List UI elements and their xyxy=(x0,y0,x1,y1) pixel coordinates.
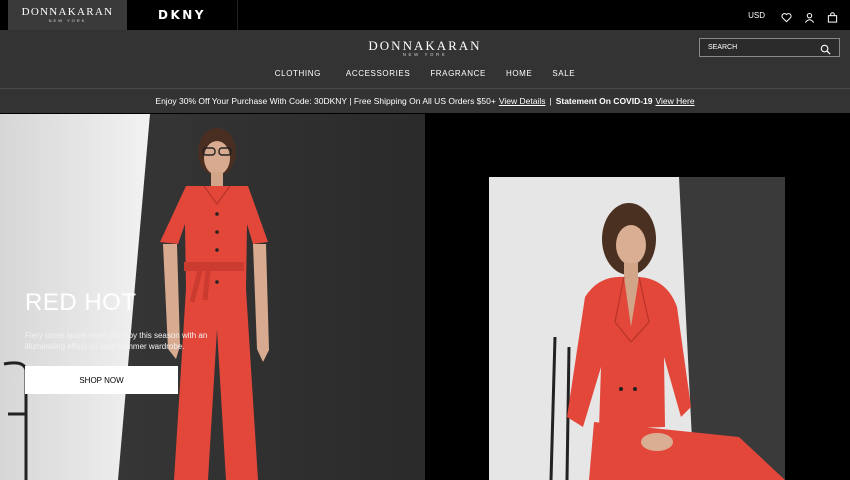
search-box xyxy=(699,38,840,57)
hero-right-panel xyxy=(425,114,850,480)
hero-copy: RED HOT Fiery tones spark more than joy … xyxy=(25,290,245,352)
nav-item-fragrance[interactable]: FRAGRANCE xyxy=(430,69,486,78)
view-details-link[interactable]: View Details xyxy=(499,96,546,106)
brand-bar: DONNAKARAN NEW YORK DKNY USD xyxy=(0,0,850,30)
currency-selector[interactable]: USD xyxy=(748,11,765,20)
heart-icon[interactable] xyxy=(781,10,792,22)
user-icon[interactable] xyxy=(804,10,815,23)
promo-text: Enjoy 30% Off Your Purchase With Code: 3… xyxy=(155,96,496,106)
covid-statement-label: Statement On COVID-19 xyxy=(555,96,653,106)
site-header: DONNAKARAN NEW YORK CLOTHING ACCESSORIES… xyxy=(0,30,850,88)
brand-tab-dkny[interactable]: DKNY xyxy=(127,0,238,30)
brand-tab-label: DONNAKARAN xyxy=(21,5,114,18)
brand-tab-sublabel: NEW YORK xyxy=(48,17,87,23)
brand-tab-donna-karan[interactable]: DONNAKARAN NEW YORK xyxy=(8,0,127,30)
shop-now-button[interactable]: SHOP NOW xyxy=(25,366,178,394)
utility-nav: USD xyxy=(748,0,838,30)
nav-item-clothing[interactable]: CLOTHING xyxy=(275,69,321,78)
nav-item-home[interactable]: HOME xyxy=(506,69,532,78)
search-icon[interactable] xyxy=(820,42,831,60)
hero-left-panel[interactable]: RED HOT Fiery tones spark more than joy … xyxy=(0,114,425,480)
hero-title: RED HOT xyxy=(25,289,137,316)
hero-photo-blazer[interactable] xyxy=(489,177,785,480)
blazer-photo-image xyxy=(489,177,785,480)
main-nav: CLOTHING ACCESSORIES FRAGRANCE HOME SALE xyxy=(0,69,850,78)
promo-banner: Enjoy 30% Off Your Purchase With Code: 3… xyxy=(0,88,850,113)
view-here-link[interactable]: View Here xyxy=(656,96,695,106)
nav-item-sale[interactable]: SALE xyxy=(552,69,575,78)
search-input[interactable] xyxy=(708,44,816,51)
hero-description: Fiery tones spark more than joy this sea… xyxy=(25,331,208,351)
bag-icon[interactable] xyxy=(827,10,838,23)
promo-separator: | xyxy=(549,96,552,106)
nav-item-accessories[interactable]: ACCESSORIES xyxy=(346,69,410,78)
